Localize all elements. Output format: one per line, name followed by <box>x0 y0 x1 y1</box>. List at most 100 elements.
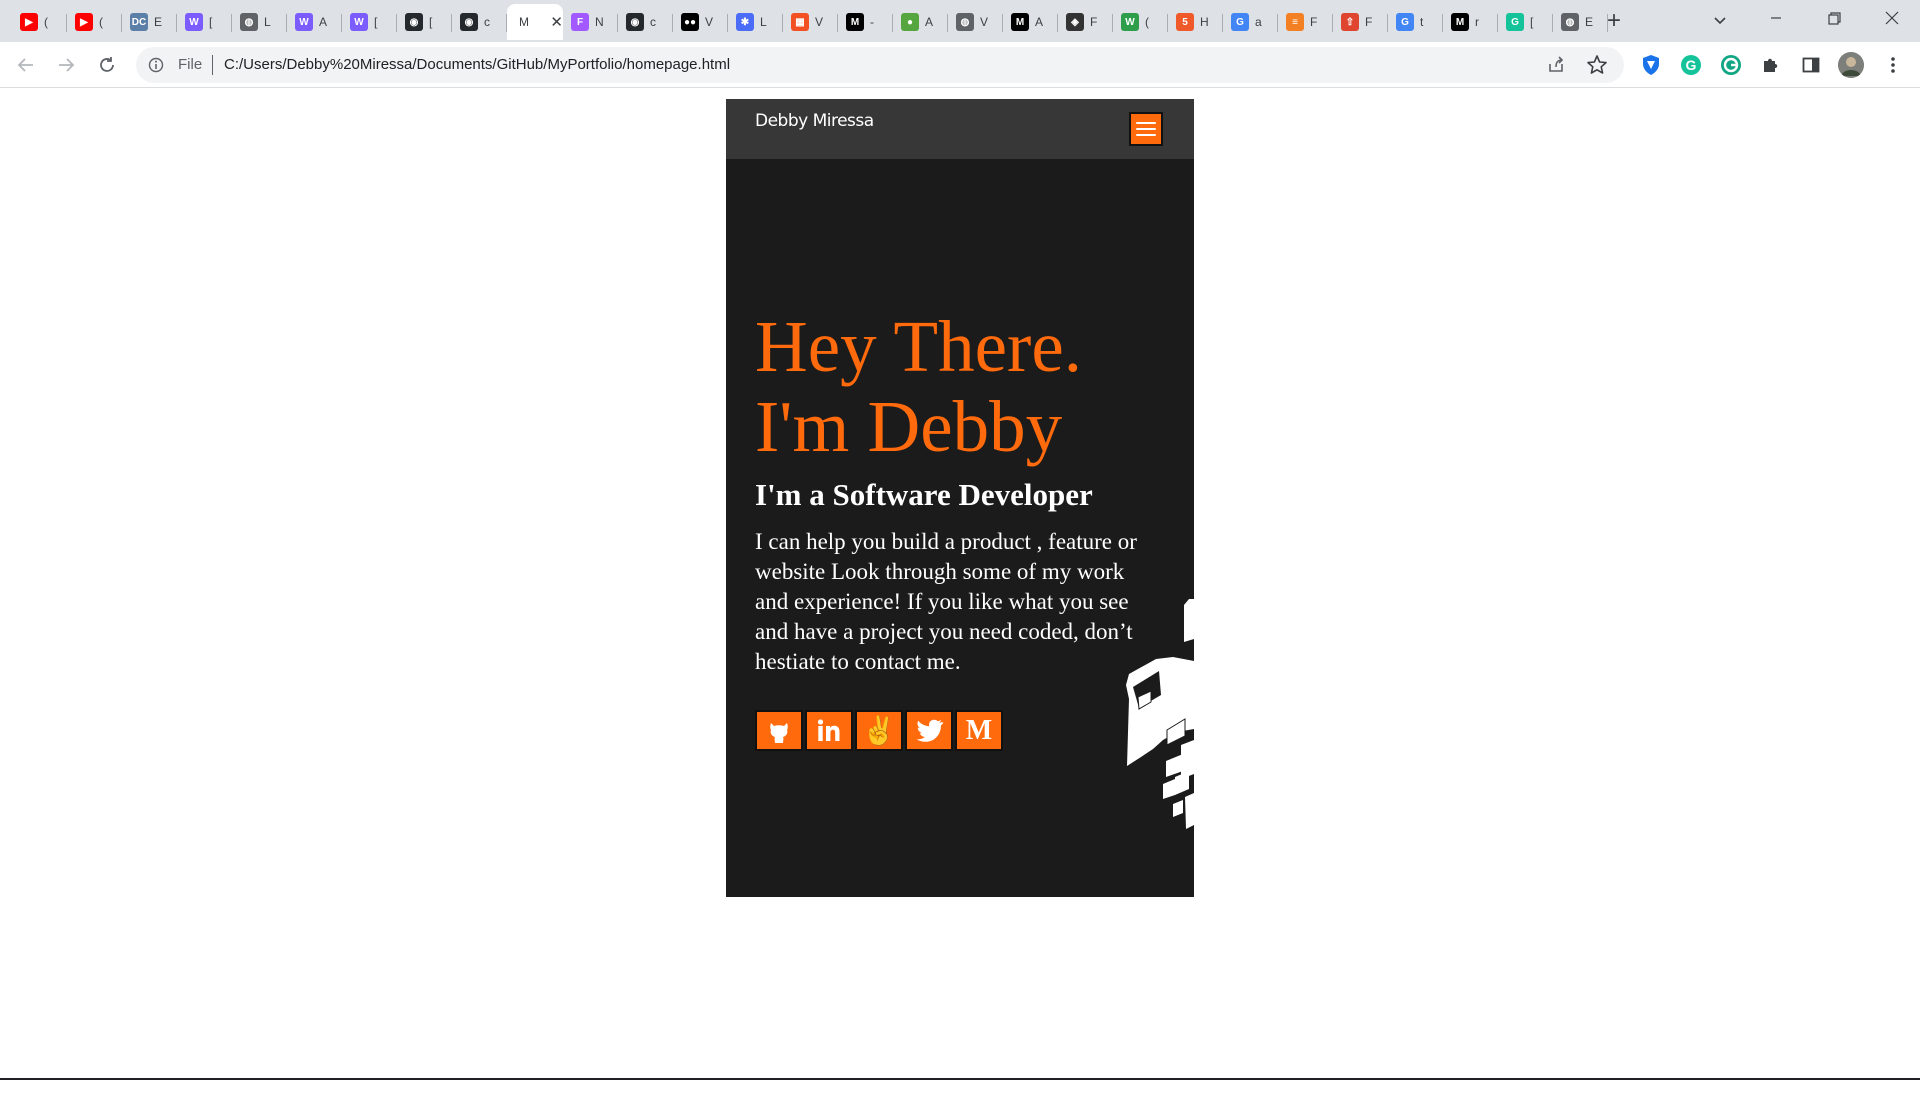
tab-title: F <box>1090 15 1098 29</box>
arrow-left-icon <box>17 58 33 72</box>
site-info-button[interactable] <box>148 57 164 78</box>
tab-title: a <box>1255 15 1262 29</box>
close-window-button[interactable] <box>1864 0 1920 36</box>
youtube-icon: ▶ <box>20 13 38 31</box>
side-panel-icon <box>1802 57 1820 73</box>
browser-tab[interactable]: ● A <box>893 4 948 40</box>
star-icon <box>1587 55 1607 74</box>
html5-icon: 5 <box>1176 13 1194 31</box>
address-bar[interactable]: File C:/Users/Debby%20Miressa/Documents/… <box>136 47 1624 83</box>
restore-button[interactable] <box>1806 0 1862 36</box>
browser-tab[interactable]: ▶( <box>67 4 122 40</box>
angellist-link[interactable]: ✌ <box>855 710 903 751</box>
brand-name[interactable]: Debby Miressa <box>755 111 874 131</box>
browser-tab[interactable]: Ga <box>1223 4 1278 40</box>
browser-tab[interactable]: Gt <box>1388 4 1443 40</box>
browser-tab[interactable]: ▶( <box>12 4 67 40</box>
extension-grammarly-alt[interactable] <box>1718 52 1744 78</box>
google-icon: G <box>1231 13 1249 31</box>
tab-title: [ <box>374 15 378 29</box>
tab-search-button[interactable] <box>1705 6 1735 36</box>
browser-tab[interactable]: 5H <box>1168 4 1223 40</box>
tab-title: F <box>1365 15 1373 29</box>
snowflake-icon: ✱ <box>736 13 754 31</box>
hero-line-2: I'm Debby <box>755 386 1063 467</box>
linkedin-link[interactable] <box>805 710 853 751</box>
wix-icon: W <box>295 13 313 31</box>
w-icon: W <box>1121 13 1139 31</box>
tab-title: ( <box>99 15 103 29</box>
tab-active[interactable]: M ✕ <box>507 4 563 40</box>
browser-tab[interactable]: ✱ L <box>728 4 783 40</box>
github-link[interactable] <box>755 710 803 751</box>
dc-icon: DC <box>130 13 148 31</box>
browser-tab[interactable]: M- <box>838 4 893 40</box>
tab-title: H <box>1200 15 1209 29</box>
browser-tab[interactable]: W( <box>1113 4 1168 40</box>
browser-tab[interactable]: ▦ V <box>783 4 838 40</box>
side-panel-button[interactable] <box>1798 52 1824 78</box>
tab-title: [ <box>209 15 213 29</box>
tab-title: F <box>1310 15 1318 29</box>
browser-tab[interactable]: FN <box>563 4 618 40</box>
browser-tab[interactable]: ●● V <box>673 4 728 40</box>
browser-tab[interactable]: W[ <box>177 4 232 40</box>
social-links: ✌ M <box>755 710 1003 751</box>
medium-link[interactable]: M <box>955 710 1003 751</box>
browser-tab[interactable]: G[ <box>1498 4 1553 40</box>
browser-tab[interactable]: WA <box>287 4 342 40</box>
minimize-button[interactable] <box>1748 0 1804 36</box>
browser-tab[interactable]: W[ <box>342 4 397 40</box>
extension-grammarly[interactable]: G <box>1678 52 1704 78</box>
minimize-icon <box>1771 17 1781 19</box>
browser-tab[interactable]: ◍ L <box>232 4 287 40</box>
menu-line <box>1136 128 1156 130</box>
tab-list: ▶(▶(DC E W[◍ L W A W[◉[◉ c M ✕ F N ◉ c ●● V ✱ L ▦ V M - ● A ◍ V M A… <box>12 4 1608 40</box>
leaf-icon: ● <box>901 13 919 31</box>
browser-tab[interactable]: MA <box>1003 4 1058 40</box>
back-button[interactable] <box>10 49 42 81</box>
browser-tab[interactable]: ≡ F <box>1278 4 1333 40</box>
browser-tab[interactable]: ◉ c <box>618 4 673 40</box>
tab-strip: ▶(▶(DC E W[◍ L W A W[◉[◉ c M ✕ F N ◉ c ●● V ✱ L ▦ V M - ● A ◍ V M A… <box>0 0 1920 42</box>
browser-tab[interactable]: ◉[ <box>397 4 452 40</box>
extensions-button[interactable] <box>1758 52 1784 78</box>
tab-title: r <box>1475 15 1479 29</box>
bookmark-star-button[interactable] <box>1586 54 1608 81</box>
github-icon: ◉ <box>460 13 478 31</box>
url-text[interactable]: C:/Users/Debby%20Miressa/Documents/GitHu… <box>224 56 730 73</box>
file-scheme-label: File <box>178 56 203 73</box>
browser-menu-button[interactable] <box>1880 52 1906 78</box>
site-navbar: Debby Miressa <box>726 99 1194 159</box>
hamburger-menu-button[interactable] <box>1129 112 1163 146</box>
share-button[interactable] <box>1546 55 1566 80</box>
new-tab-button[interactable]: + <box>1598 6 1630 36</box>
tab-title: V <box>815 15 824 29</box>
tab-title: ( <box>44 15 48 29</box>
tab-title: c <box>484 15 490 29</box>
tab-title: ( <box>1145 15 1149 29</box>
figma-icon: F <box>571 13 589 31</box>
twitter-link[interactable] <box>905 710 953 751</box>
reload-button[interactable] <box>91 49 123 81</box>
github-icon: ◉ <box>405 13 423 31</box>
browser-tab[interactable]: DC E <box>122 4 177 40</box>
close-tab-icon[interactable]: ✕ <box>550 15 563 30</box>
portfolio-page: Debby Miressa Hey There. I'm Debby I'm a… <box>726 99 1194 897</box>
grammarly-icon <box>1721 55 1741 75</box>
shield-icon <box>1643 55 1659 75</box>
codepen-icon: ◈ <box>1066 13 1084 31</box>
forward-button[interactable] <box>50 49 82 81</box>
extension-shield[interactable] <box>1638 52 1664 78</box>
angellist-icon: ✌ <box>861 715 897 747</box>
stackoverflow-icon: ≡ <box>1286 13 1304 31</box>
profile-avatar[interactable] <box>1838 52 1864 78</box>
info-icon <box>148 57 164 73</box>
browser-tab[interactable]: ◍ V <box>948 4 1003 40</box>
browser-tab[interactable]: ⇧ F <box>1333 4 1388 40</box>
browser-tab[interactable]: ◈ F <box>1058 4 1113 40</box>
medium-icon: ●● <box>681 13 699 31</box>
browser-tab[interactable]: Mr <box>1443 4 1498 40</box>
browser-tab[interactable]: ◉ c <box>452 4 507 40</box>
page-viewport: Debby Miressa Hey There. I'm Debby I'm a… <box>0 89 1920 1079</box>
